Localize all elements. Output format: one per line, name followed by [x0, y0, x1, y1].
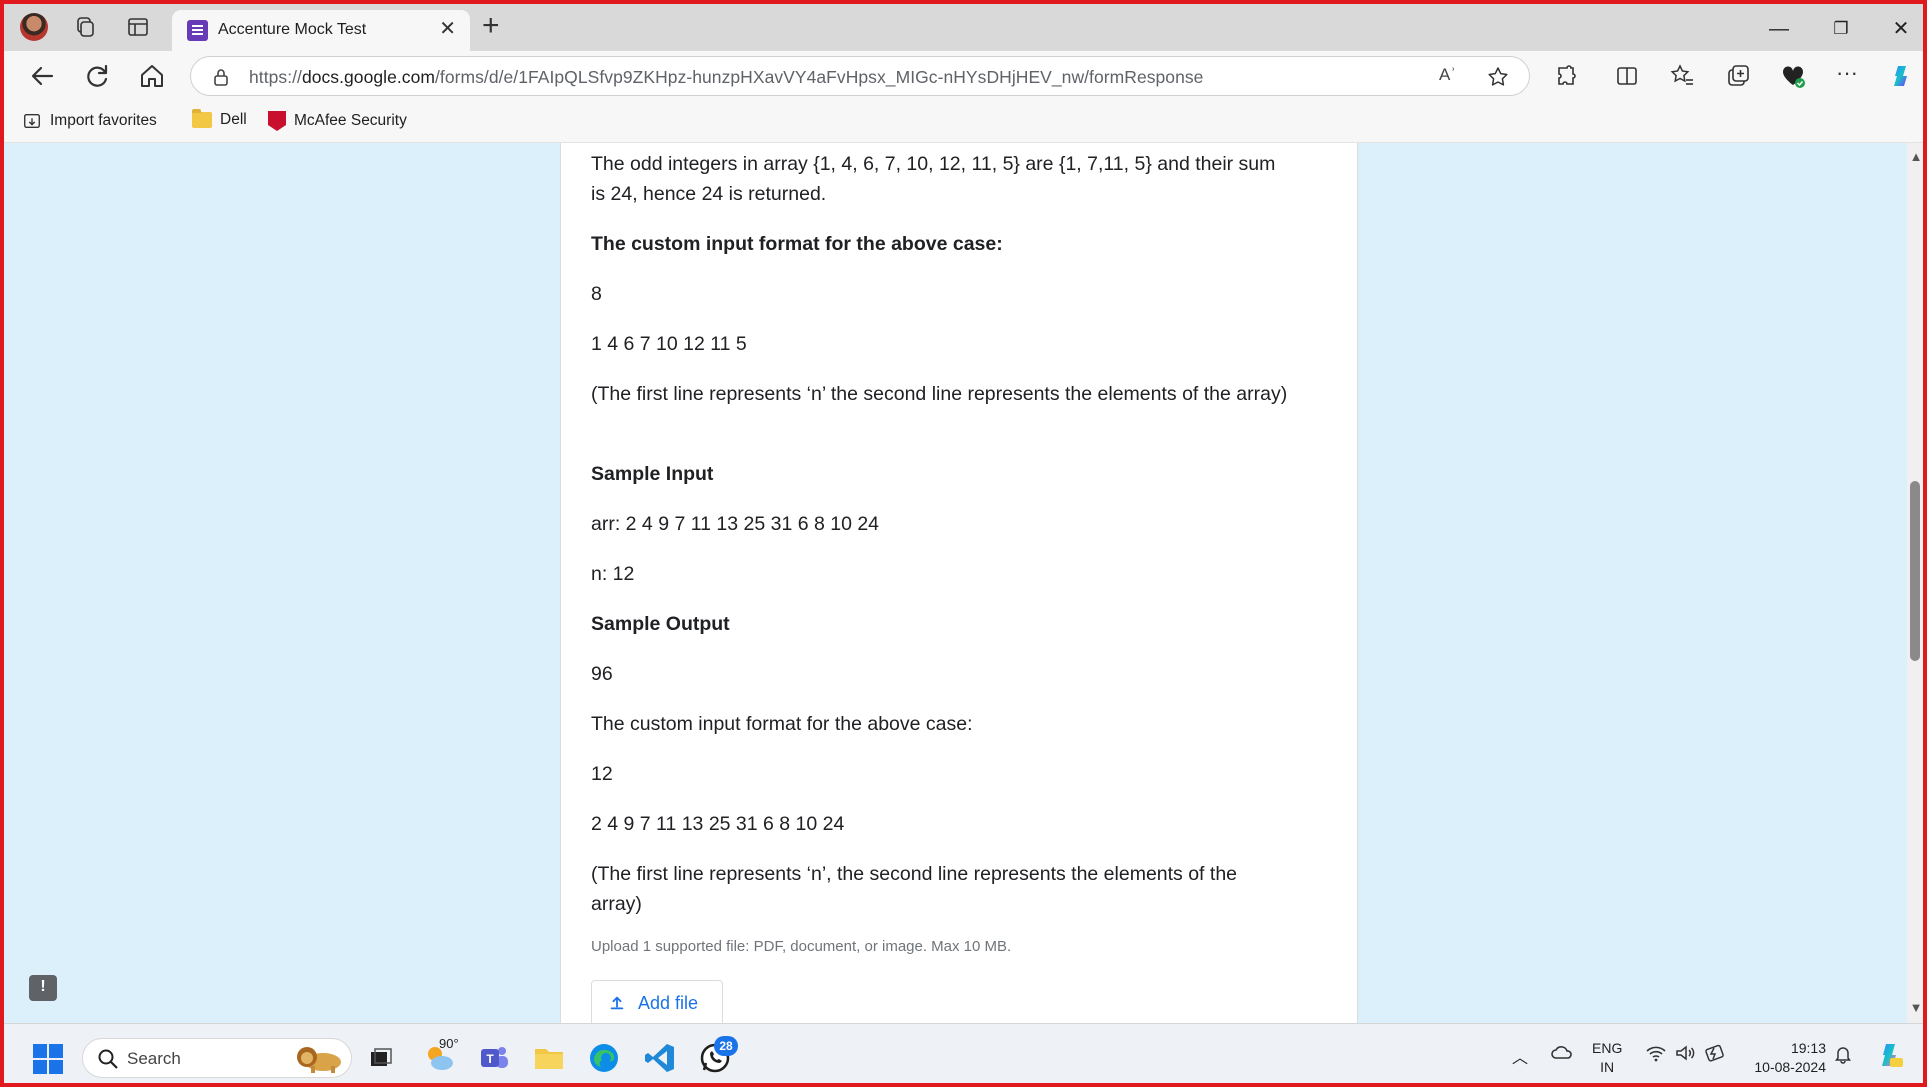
mcafee-shield-icon: [268, 111, 286, 131]
show-hidden-icons-chevron-icon[interactable]: ︿: [1512, 1044, 1528, 1068]
profile-avatar[interactable]: [20, 13, 48, 41]
question-paragraph: (The first line represents ‘n’ the secon…: [591, 383, 1288, 405]
vertical-tabs-icon[interactable]: [125, 14, 151, 40]
favorite-mcafee-label: McAfee Security: [294, 112, 407, 129]
search-icon: [98, 1049, 118, 1069]
upload-hint: Upload 1 supported file: PDF, document, …: [591, 938, 1012, 955]
whatsapp-unread-badge: 28: [714, 1036, 738, 1056]
google-forms-icon: [187, 20, 208, 41]
add-file-label: Add file: [638, 992, 699, 1013]
edge-browser-icon[interactable]: [586, 1040, 622, 1076]
question-paragraph: n: 12: [591, 563, 635, 585]
favorite-star-icon[interactable]: [1486, 65, 1510, 89]
question-paragraph: arr: 2 4 9 7 11 13 25 31 6 8 10 24: [591, 513, 880, 535]
tab-title: Accenture Mock Test: [218, 21, 367, 38]
wifi-icon[interactable]: [1645, 1044, 1667, 1066]
scrollbar-thumb[interactable]: [1910, 481, 1920, 661]
scroll-up-icon[interactable]: ▲: [1909, 149, 1923, 164]
volume-icon[interactable]: [1674, 1044, 1696, 1066]
question-paragraph: 96: [591, 663, 613, 685]
question-heading: Sample Input: [591, 463, 714, 485]
import-favorites-link[interactable]: Import favorites: [22, 111, 157, 131]
taskbar-search[interactable]: Search: [82, 1038, 352, 1078]
question-paragraph: 12: [591, 763, 613, 785]
url-text[interactable]: https://docs.google.com/forms/d/e/1FAIpQ…: [249, 67, 1203, 88]
battery-charging-icon[interactable]: [1704, 1044, 1726, 1066]
language-code: ENG: [1592, 1040, 1623, 1056]
question-paragraph: 1 4 6 7 10 12 11 5: [591, 333, 747, 355]
question-heading: The custom input format for the above ca…: [591, 233, 1003, 255]
teams-icon[interactable]: T: [476, 1040, 512, 1076]
browser-essentials-icon[interactable]: [1779, 62, 1807, 90]
language-region: IN: [1600, 1059, 1615, 1075]
workspaces-icon[interactable]: [72, 14, 98, 40]
minimize-icon[interactable]: —: [1764, 14, 1794, 44]
question-card: The odd integers in array {1, 4, 6, 7, 1…: [560, 143, 1358, 1023]
form-page[interactable]: The odd integers in array {1, 4, 6, 7, 1…: [4, 143, 1907, 1023]
weather-temp: 90°: [439, 1036, 459, 1051]
question-paragraph: 8: [591, 283, 602, 305]
file-explorer-icon[interactable]: [531, 1040, 567, 1076]
copilot-icon[interactable]: [1887, 62, 1915, 90]
restore-icon[interactable]: ❐: [1826, 14, 1856, 44]
back-icon[interactable]: [26, 60, 58, 92]
home-icon[interactable]: [136, 60, 168, 92]
favorites-icon[interactable]: [1668, 62, 1696, 90]
question-paragraph: (The first line represents ‘n’, the seco…: [591, 863, 1238, 915]
tab-strip: Accenture Mock Test ✕ + — ❐ ✕: [4, 4, 1923, 51]
screen-frame: Accenture Mock Test ✕ + — ❐ ✕ https://do…: [0, 0, 1927, 1087]
favorites-bar: Import favorites Dell McAfee Security: [4, 101, 1923, 143]
scroll-down-icon[interactable]: ▼: [1909, 1000, 1923, 1015]
new-tab-button[interactable]: +: [482, 11, 500, 41]
svg-text:T: T: [486, 1052, 494, 1066]
favorite-dell[interactable]: Dell: [192, 109, 247, 129]
notifications-bell-icon[interactable]: [1833, 1044, 1853, 1068]
favorite-dell-label: Dell: [220, 111, 247, 128]
start-icon[interactable]: [33, 1044, 63, 1074]
import-favorites-label: Import favorites: [50, 112, 157, 129]
question-paragraph: The odd integers in array {1, 4, 6, 7, 1…: [591, 153, 1276, 205]
folder-icon: [192, 109, 212, 128]
add-file-button[interactable]: Add file: [591, 980, 723, 1023]
vscode-icon[interactable]: [642, 1040, 678, 1076]
lock-icon[interactable]: [211, 67, 231, 87]
tab-accenture-mock-test[interactable]: Accenture Mock Test ✕: [172, 10, 470, 51]
close-tab-icon[interactable]: ✕: [439, 19, 456, 39]
copilot-preview-icon[interactable]: [1874, 1040, 1904, 1074]
address-bar[interactable]: https://docs.google.com/forms/d/e/1FAIpQ…: [190, 56, 1530, 96]
extensions-icon[interactable]: [1553, 62, 1581, 90]
feedback-icon[interactable]: !: [29, 975, 57, 1001]
clock-time: 19:13: [1790, 1040, 1826, 1056]
import-icon: [24, 113, 40, 129]
search-highlight-lion-icon: [297, 1047, 341, 1073]
windows-taskbar: Search 90° T 28 ︿ ENG IN 19:13 10-08-202…: [4, 1023, 1923, 1083]
search-placeholder: Search: [127, 1049, 181, 1068]
read-aloud-icon[interactable]: Aʾ: [1439, 65, 1463, 89]
question-paragraph: 2 4 9 7 11 13 25 31 6 8 10 24: [591, 813, 845, 835]
more-options-icon[interactable]: ···: [1833, 62, 1861, 90]
language-indicator[interactable]: ENG IN: [1592, 1039, 1622, 1077]
task-view-icon[interactable]: [362, 1040, 398, 1076]
upload-icon: [610, 996, 624, 1010]
clock-date: 10-08-2024: [1754, 1059, 1826, 1075]
browser-toolbar: https://docs.google.com/forms/d/e/1FAIpQ…: [4, 51, 1923, 101]
collections-icon[interactable]: [1724, 62, 1752, 90]
window-close-icon[interactable]: ✕: [1886, 14, 1916, 44]
question-paragraph: The custom input format for the above ca…: [591, 713, 973, 735]
system-clock[interactable]: 19:13 10-08-2024: [1746, 1039, 1826, 1077]
split-screen-icon[interactable]: [1613, 62, 1641, 90]
favorite-mcafee[interactable]: McAfee Security: [268, 111, 407, 131]
refresh-icon[interactable]: [81, 60, 113, 92]
question-heading: Sample Output: [591, 613, 730, 635]
onedrive-cloud-icon[interactable]: [1550, 1044, 1574, 1064]
